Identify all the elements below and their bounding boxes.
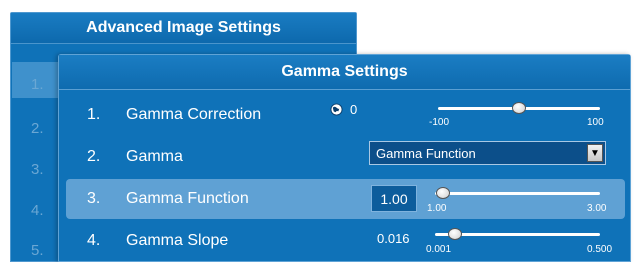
gamma-slope-label: Gamma Slope	[126, 232, 229, 249]
row-number: 3.	[87, 190, 101, 207]
slider-min-label: 0.001	[426, 244, 452, 255]
slider-max-label: 0.500	[587, 244, 613, 255]
gamma-correction-slider[interactable]	[438, 102, 600, 122]
slider-min-label: 1.00	[427, 203, 447, 214]
gamma-function-label: Gamma Function	[126, 190, 249, 207]
slider-max-label: 3.00	[587, 203, 607, 214]
slider-thumb[interactable]	[512, 102, 526, 114]
back-item-4-number[interactable]: 4.	[31, 202, 61, 219]
gamma-correction-row[interactable]: 1. Gamma Correction 0 -100 100	[59, 95, 630, 135]
row-number: 1.	[87, 106, 101, 123]
gamma-correction-value: 0	[350, 102, 358, 117]
slider-min-label: -100	[429, 117, 450, 128]
back-item-3-number[interactable]: 3.	[31, 161, 61, 178]
gamma-label: Gamma	[126, 148, 183, 165]
globe-icon[interactable]	[330, 103, 343, 116]
chevron-down-icon[interactable]: ▼	[587, 144, 603, 162]
gamma-correction-label: Gamma Correction	[126, 106, 262, 123]
gamma-dropdown[interactable]: Gamma Function ▼	[369, 141, 606, 165]
back-item-1-number[interactable]: 1.	[31, 76, 61, 93]
row-number: 4.	[87, 232, 101, 249]
gamma-function-row[interactable]: 3. Gamma Function 1.00 1.00 3.00	[66, 179, 625, 219]
gamma-settings-title: Gamma Settings	[59, 55, 630, 90]
slider-max-label: 100	[587, 117, 604, 128]
slider-thumb[interactable]	[447, 228, 462, 240]
row-number: 2.	[87, 148, 101, 165]
gamma-slope-value: 0.016	[377, 231, 410, 246]
advanced-image-settings-title: Advanced Image Settings	[11, 13, 356, 44]
gamma-function-slider[interactable]	[435, 187, 600, 207]
gamma-slope-row[interactable]: 4. Gamma Slope 0.016 0.001 0.500	[59, 221, 630, 261]
gamma-dropdown-value: Gamma Function	[376, 146, 476, 161]
slider-track	[435, 192, 600, 195]
back-item-5-number[interactable]: 5.	[31, 242, 61, 259]
gamma-function-value-field[interactable]: 1.00	[371, 185, 417, 212]
gamma-slope-slider[interactable]	[435, 228, 600, 248]
gamma-settings-dialog: Gamma Settings 1. Gamma Correction 0 -10…	[58, 54, 631, 262]
slider-thumb[interactable]	[436, 187, 451, 199]
back-item-2-number[interactable]: 2.	[31, 120, 61, 137]
